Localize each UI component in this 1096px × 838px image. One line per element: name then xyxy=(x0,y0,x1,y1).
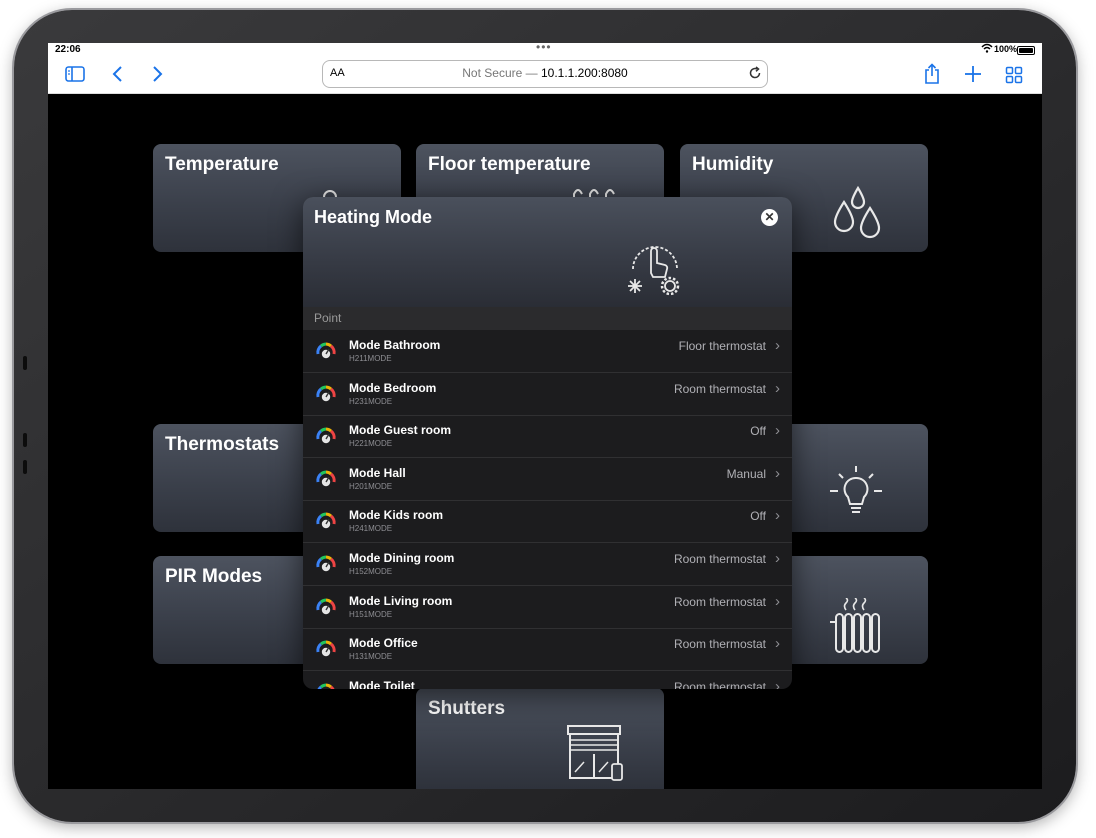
mode-name: Mode Toilet xyxy=(349,678,415,689)
thermostat-gauge-icon xyxy=(316,598,336,614)
section-label: Point xyxy=(314,311,342,325)
side-button xyxy=(23,356,27,370)
browser-toolbar: AA Not Secure — 10.1.1.200:8080 xyxy=(48,57,1042,94)
mode-code: H201MODE xyxy=(349,481,393,491)
mode-row[interactable]: Mode Guest room H221MODE Off › xyxy=(303,415,792,459)
tile-title: Temperature xyxy=(165,154,279,175)
mode-name: Mode Kids room xyxy=(349,508,444,523)
mode-value: Room thermostat xyxy=(673,637,766,652)
mode-row[interactable]: Mode Hall H201MODE Manual › xyxy=(303,458,792,501)
status-bar: 22:06 ••• 100% xyxy=(48,43,1042,57)
url-text: Not Secure — 10.1.1.200:8080 xyxy=(323,66,767,80)
chevron-right-icon: › xyxy=(775,337,780,354)
mode-row[interactable]: Mode Toilet Room thermostat › xyxy=(303,671,792,689)
modal-header: Heating Mode ✕ xyxy=(303,197,792,307)
tabs-overview-icon[interactable] xyxy=(1005,66,1023,89)
chevron-right-icon: › xyxy=(775,592,780,610)
back-icon[interactable] xyxy=(111,65,123,88)
mode-name: Mode Bedroom xyxy=(349,380,437,395)
wifi-icon xyxy=(981,43,993,56)
mode-code: H211MODE xyxy=(349,354,392,363)
share-icon[interactable] xyxy=(923,63,941,90)
chevron-right-icon: › xyxy=(775,550,780,567)
mode-value: Manual xyxy=(726,466,766,481)
mode-value: Room thermostat xyxy=(673,381,766,396)
more-dots-icon[interactable]: ••• xyxy=(536,43,552,54)
reload-icon[interactable] xyxy=(748,66,762,83)
page-content: Temperature Floor temperature Humidity T… xyxy=(48,94,1042,789)
chevron-right-icon: › xyxy=(775,507,780,525)
new-tab-icon[interactable] xyxy=(964,65,982,88)
mode-value: Room thermostat xyxy=(673,594,766,609)
section-header: Point xyxy=(303,307,792,330)
clock: 22:06 xyxy=(55,44,81,55)
mode-name: Mode Dining room xyxy=(349,551,455,565)
thermostat-gauge-icon xyxy=(316,427,336,444)
shutter-icon xyxy=(567,725,623,781)
thermostat-gauge-icon xyxy=(317,683,335,689)
mode-code: H231MODE xyxy=(349,396,393,406)
mode-code: H131MODE xyxy=(349,652,393,662)
thermostat-gauge-icon xyxy=(316,512,336,529)
close-button[interactable]: ✕ xyxy=(761,209,778,226)
tile-title: Humidity xyxy=(692,154,774,175)
mode-name: Mode Living room xyxy=(349,593,453,608)
mode-value: Off xyxy=(750,509,766,524)
heating-mode-icon xyxy=(628,246,680,296)
mode-row[interactable]: Mode Bedroom H231MODE Room thermostat › xyxy=(303,373,792,416)
light-bulb-icon xyxy=(830,466,882,513)
mode-row[interactable]: Mode Dining room H152MODE Room thermostat › xyxy=(303,543,792,586)
thermostat-gauge-icon xyxy=(316,640,336,657)
mode-value: Off xyxy=(750,424,766,439)
chevron-right-icon: › xyxy=(775,422,780,440)
mode-row[interactable]: Mode Office H131MODE Room thermostat › xyxy=(303,628,792,672)
chevron-right-icon: › xyxy=(775,677,780,689)
screen: 22:06 ••• 100% AA Not Secure — 10.1.1.20… xyxy=(48,43,1042,789)
mode-row[interactable]: Mode Kids room H241MODE Off › xyxy=(303,500,792,544)
tile-title: Shutters xyxy=(428,698,506,719)
mode-name: Mode Office xyxy=(349,636,418,651)
chevron-right-icon: › xyxy=(775,379,780,397)
mode-value: Room thermostat xyxy=(673,679,766,689)
side-button xyxy=(23,433,27,447)
battery-percent: 100% xyxy=(994,44,1018,54)
battery-icon xyxy=(1017,46,1035,55)
modal-title: Heating Mode xyxy=(314,207,433,227)
mode-value: Floor thermostat xyxy=(678,339,766,353)
tile-title: Thermostats xyxy=(165,434,280,455)
chevron-right-icon: › xyxy=(775,464,780,482)
thermostat-gauge-icon xyxy=(316,470,336,486)
thermostat-gauge-icon xyxy=(316,555,336,572)
mode-code: H221MODE xyxy=(349,439,393,449)
mode-code: H152MODE xyxy=(349,567,393,576)
security-label: Not Secure — xyxy=(462,66,541,80)
address-bar[interactable]: AA Not Secure — 10.1.1.200:8080 xyxy=(322,60,768,88)
radiator-icon xyxy=(830,598,880,653)
droplets-icon xyxy=(833,185,881,239)
mode-row[interactable]: Mode Bathroom H211MODE Floor thermostat › xyxy=(303,330,792,373)
sidebar-icon[interactable] xyxy=(65,66,85,87)
chevron-right-icon: › xyxy=(775,635,780,653)
mode-name: Mode Guest room xyxy=(349,423,452,438)
tile-title: PIR Modes xyxy=(165,566,263,587)
mode-code: H151MODE xyxy=(349,609,393,619)
thermostat-gauge-icon xyxy=(316,385,336,401)
mode-row[interactable]: Mode Living room H151MODE Room thermostat › xyxy=(303,586,792,629)
url-host: 10.1.1.200:8080 xyxy=(540,66,628,80)
mode-name: Mode Bathroom xyxy=(349,338,441,352)
tile-shutters[interactable]: Shutters xyxy=(416,688,664,789)
heating-mode-modal: Heating Mode ✕ Point Mode Bathroom H211MO… xyxy=(303,197,792,689)
thermostat-gauge-icon xyxy=(316,342,336,359)
mode-name: Mode Hall xyxy=(349,465,406,480)
tile-title: Floor temperature xyxy=(428,154,591,175)
side-button xyxy=(23,460,27,474)
forward-icon[interactable] xyxy=(152,65,164,88)
mode-code: H241MODE xyxy=(349,524,393,534)
mode-value: Room thermostat xyxy=(673,552,766,566)
